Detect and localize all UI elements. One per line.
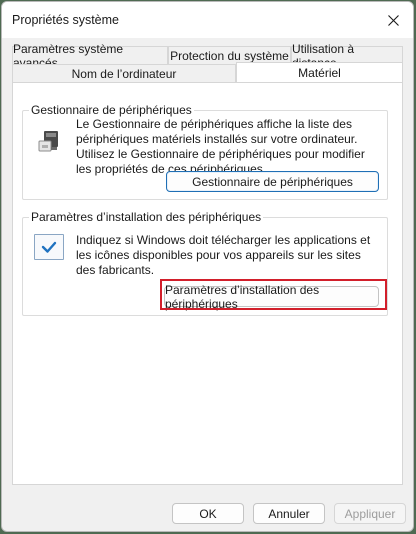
install-settings-button-label: Paramètres d’installation des périphériq… <box>165 282 320 311</box>
tab-hardware[interactable]: Matériel <box>236 62 403 82</box>
install-settings-description: Indiquez si Windows doit télécharger les… <box>76 233 371 277</box>
ok-button[interactable]: OK <box>172 503 244 524</box>
tab-advanced-settings[interactable]: Paramètres système avancés <box>12 42 168 70</box>
install-settings-group: Paramètres d’installation des périphériq… <box>22 210 388 316</box>
tab-label: Nom de l’ordinateur <box>71 66 177 81</box>
install-settings-button[interactable]: Paramètres d’installation des périphériq… <box>164 283 379 311</box>
tab-label: Matériel <box>298 65 341 80</box>
ok-button-label: OK <box>199 506 217 521</box>
tab-computer-name[interactable]: Nom de l’ordinateur <box>12 64 236 82</box>
cancel-button[interactable]: Annuler <box>253 503 325 524</box>
close-icon <box>387 14 399 26</box>
device-manager-group-title: Gestionnaire de périphériques <box>29 103 194 117</box>
title-bar: Propriétés système <box>2 2 413 38</box>
checkmark-icon <box>34 234 64 260</box>
apply-button[interactable]: Appliquer <box>334 503 406 524</box>
cancel-button-label: Annuler <box>268 506 310 521</box>
apply-button-label: Appliquer <box>344 506 396 521</box>
device-manager-icon <box>35 127 63 155</box>
hardware-panel: Gestionnaire de périphériques Le Gestion… <box>12 82 403 485</box>
device-manager-button-label: Gestionnaire de périphériques <box>192 174 353 189</box>
install-settings-group-title: Paramètres d’installation des périphériq… <box>29 210 264 224</box>
system-properties-window: Propriétés système Paramètres système av… <box>1 1 414 532</box>
device-manager-description: Le Gestionnaire de périphériques affiche… <box>76 117 365 176</box>
window-title: Propriétés système <box>12 13 119 27</box>
close-button[interactable] <box>373 2 413 38</box>
device-manager-button[interactable]: Gestionnaire de périphériques <box>166 171 379 192</box>
device-manager-group: Gestionnaire de périphériques Le Gestion… <box>22 103 388 200</box>
tab-label: Protection du système <box>170 48 289 63</box>
